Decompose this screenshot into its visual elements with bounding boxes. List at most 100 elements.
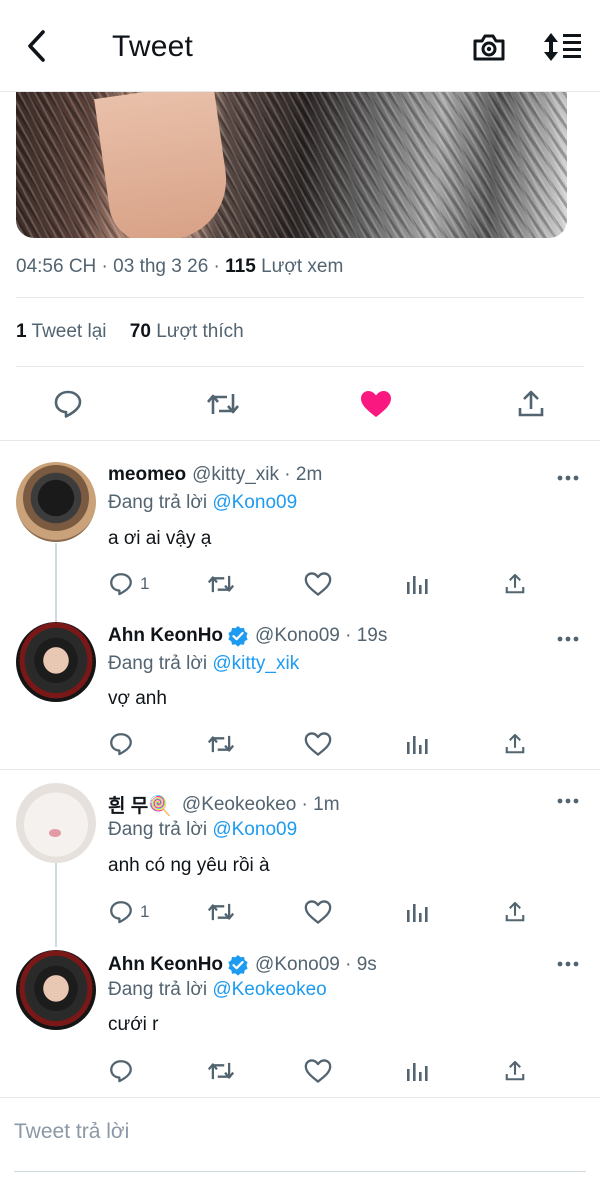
reply-composer-input[interactable]: Tweet trả lời <box>14 1120 129 1144</box>
display-name[interactable]: Ahn KeonHo <box>108 625 223 647</box>
retweet-button[interactable] <box>206 569 236 599</box>
mention-link[interactable]: @kitty_xik <box>212 653 299 674</box>
replying-prefix: Đang trả lời <box>108 819 208 840</box>
reply-actions <box>108 1056 548 1086</box>
like-button[interactable] <box>304 1056 332 1086</box>
verified-badge-icon <box>227 954 249 976</box>
avatar[interactable] <box>16 622 96 702</box>
replying-prefix: Đang trả lời <box>108 979 208 1000</box>
ear-shape <box>94 82 234 238</box>
replying-to: Đang trả lời @kitty_xik <box>108 653 299 675</box>
user-handle[interactable]: @Keokeokeo <box>182 794 296 816</box>
reply-header: 흰 무🍭 @Keokeokeo · 1m <box>108 791 340 818</box>
heart-icon <box>304 732 332 756</box>
retweet-icon <box>207 903 235 921</box>
analytics-icon <box>407 1063 428 1081</box>
share-button[interactable] <box>503 897 527 927</box>
heart-icon <box>304 572 332 596</box>
user-handle[interactable]: @Kono09 <box>255 954 340 976</box>
sort-replies-button[interactable] <box>538 26 586 68</box>
reply-icon <box>110 1060 132 1083</box>
mention-link[interactable]: @Kono09 <box>212 492 297 513</box>
camera-icon <box>473 34 505 61</box>
avatar[interactable] <box>16 950 96 1030</box>
like-button[interactable] <box>304 897 332 927</box>
share-button[interactable] <box>513 386 549 422</box>
reply-actions: 1 <box>108 897 548 927</box>
retweets-stat[interactable]: 1 Tweet lại <box>16 321 107 342</box>
reply-icon <box>110 733 132 756</box>
reply-actions <box>108 729 548 759</box>
more-icon <box>557 475 579 481</box>
reply-button[interactable] <box>50 386 86 422</box>
like-button[interactable] <box>304 729 332 759</box>
display-name[interactable]: Ahn KeonHo <box>108 954 223 976</box>
mention-link[interactable]: @Keokeokeo <box>212 979 326 1000</box>
reply-time: 2m <box>295 464 323 485</box>
share-icon <box>505 573 525 594</box>
analytics-icon <box>407 736 428 754</box>
reply-header: Ahn KeonHo @Kono09 · 19s <box>108 625 388 647</box>
like-button[interactable] <box>358 386 394 422</box>
replying-to: Đang trả lời @Keokeokeo <box>108 979 327 1001</box>
top-bar: Tweet <box>0 0 600 92</box>
share-button[interactable] <box>503 1056 527 1086</box>
display-name[interactable]: 흰 무🍭 <box>108 791 172 818</box>
reply-item[interactable]: 흰 무🍭 @Keokeokeo · 1m Đang trả lời @Kono0… <box>0 770 600 947</box>
more-button[interactable] <box>556 468 580 488</box>
reply-button[interactable] <box>108 729 140 759</box>
reply-button[interactable]: 1 <box>108 897 149 927</box>
page-title: Tweet <box>112 30 194 63</box>
divider <box>16 297 584 298</box>
composer-underline <box>14 1171 586 1172</box>
reply-button[interactable] <box>108 1056 140 1086</box>
avatar[interactable] <box>16 462 96 542</box>
retweet-button[interactable] <box>205 386 241 422</box>
replying-prefix: Đang trả lời <box>108 492 208 513</box>
likes-stat[interactable]: 70 Lượt thích <box>130 321 244 342</box>
replying-to: Đang trả lời @Kono09 <box>108 819 297 841</box>
display-name[interactable]: meomeo <box>108 464 186 486</box>
more-button[interactable] <box>556 954 580 974</box>
more-icon <box>557 798 579 804</box>
retweet-icon <box>207 394 239 414</box>
share-button[interactable] <box>503 729 527 759</box>
analytics-button[interactable] <box>405 729 429 759</box>
reply-count: 1 <box>140 574 150 593</box>
analytics-icon <box>407 576 428 594</box>
sort-icon <box>544 33 581 61</box>
like-button[interactable] <box>304 569 332 599</box>
back-button[interactable] <box>16 26 56 66</box>
tweet-actions <box>0 378 600 428</box>
reply-header: meomeo @kitty_xik · 2m <box>108 464 323 486</box>
reply-time: 19s <box>356 625 388 646</box>
likes-label: Lượt thích <box>156 321 244 342</box>
more-icon <box>557 961 579 967</box>
reply-item[interactable]: meomeo @kitty_xik · 2m Đang trả lời @Kon… <box>0 441 600 623</box>
more-icon <box>557 636 579 642</box>
reply-text: anh có ng yêu rồi à <box>108 855 270 876</box>
analytics-button[interactable] <box>405 897 429 927</box>
reply-text: cưới r <box>108 1014 159 1035</box>
more-button[interactable] <box>556 629 580 649</box>
reply-actions: 1 <box>108 569 548 599</box>
analytics-icon <box>407 904 428 922</box>
more-button[interactable] <box>556 791 580 811</box>
user-handle[interactable]: @kitty_xik <box>192 464 279 486</box>
retweet-button[interactable] <box>206 729 236 759</box>
avatar[interactable] <box>16 783 96 863</box>
retweet-button[interactable] <box>206 1056 236 1086</box>
reply-icon <box>54 390 82 418</box>
share-button[interactable] <box>503 569 527 599</box>
user-handle[interactable]: @Kono09 <box>255 625 340 647</box>
tweet-time: 04:56 CH <box>16 256 97 277</box>
analytics-button[interactable] <box>405 569 429 599</box>
reply-item[interactable]: Ahn KeonHo @Kono09 · 19s Đang trả lời @k… <box>0 608 600 769</box>
share-icon <box>505 1060 525 1081</box>
camera-button[interactable] <box>468 26 510 68</box>
analytics-button[interactable] <box>405 1056 429 1086</box>
reply-item[interactable]: Ahn KeonHo @Kono09 · 9s Đang trả lời @Ke… <box>0 937 600 1097</box>
mention-link[interactable]: @Kono09 <box>212 819 297 840</box>
reply-button[interactable]: 1 <box>108 569 149 599</box>
retweet-button[interactable] <box>206 897 236 927</box>
